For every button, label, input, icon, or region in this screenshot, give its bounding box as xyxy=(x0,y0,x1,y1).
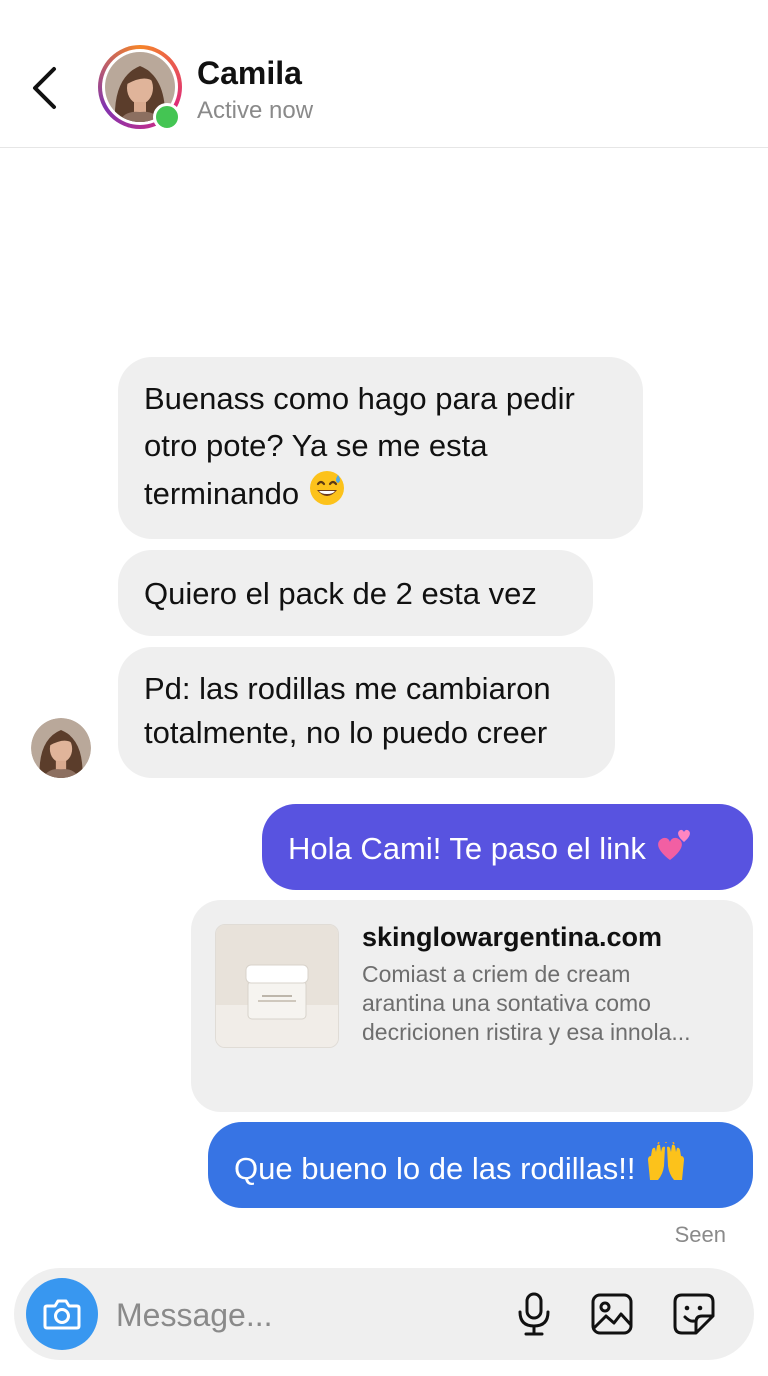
outgoing-message[interactable]: Que bueno lo de las rodillas!! xyxy=(208,1122,753,1208)
sweat-smile-emoji-icon xyxy=(309,471,344,505)
message-composer xyxy=(14,1268,754,1360)
camera-button[interactable] xyxy=(26,1278,98,1350)
message-text: Que bueno lo de las rodillas!! xyxy=(234,1151,636,1186)
online-indicator xyxy=(153,103,181,131)
seen-receipt: Seen xyxy=(674,1222,726,1247)
gallery-button[interactable] xyxy=(588,1290,636,1338)
back-button[interactable] xyxy=(22,62,66,114)
link-description-line: arantina una sontativa como xyxy=(362,990,651,1016)
link-description: Comiast a criem de cream arantina una so… xyxy=(362,960,734,1047)
camera-icon xyxy=(43,1299,81,1330)
link-description-line: Comiast a criem de cream xyxy=(362,961,631,987)
incoming-message[interactable]: Pd: las rodillas me cambiaron totalmente… xyxy=(118,647,615,778)
chevron-left-icon xyxy=(33,67,56,109)
microphone-button[interactable] xyxy=(510,1290,558,1338)
chat-header: Camila Active now xyxy=(0,0,768,148)
message-line: terminando xyxy=(144,476,300,511)
message-line: Buenass como hago para pedir xyxy=(144,381,575,416)
product-thumbnail xyxy=(215,924,339,1048)
message-input[interactable] xyxy=(114,1290,488,1340)
message-line: totalmente, no lo puedo creer xyxy=(144,715,548,750)
raising-hands-emoji-icon xyxy=(648,1142,685,1180)
outgoing-message[interactable]: Hola Cami! Te paso el link xyxy=(262,804,753,890)
incoming-message[interactable]: Quiero el pack de 2 esta vez xyxy=(118,550,593,636)
message-line: otro pote? Ya se me esta xyxy=(144,428,488,463)
sticker-icon xyxy=(673,1293,715,1335)
sticker-button[interactable] xyxy=(670,1290,718,1338)
link-domain: skinglowargentina.com xyxy=(362,922,663,952)
cream-jar-image xyxy=(216,925,338,1047)
contact-name[interactable]: Camila xyxy=(197,55,302,92)
message-line: Pd: las rodillas me cambiaron xyxy=(144,671,551,706)
sender-avatar[interactable] xyxy=(31,718,91,778)
two-hearts-emoji-icon xyxy=(658,829,691,860)
microphone-icon xyxy=(518,1292,550,1336)
incoming-message[interactable]: Buenass como hago para pedir otro pote? … xyxy=(118,357,643,539)
link-preview-card[interactable]: skinglowargentina.com Comiast a criem de… xyxy=(191,900,753,1112)
link-description-line: decricionen ristira y esa innola... xyxy=(362,1019,691,1045)
gallery-icon xyxy=(591,1293,633,1335)
avatar-photo xyxy=(31,718,91,778)
active-status: Active now xyxy=(197,97,314,124)
message-text: Hola Cami! Te paso el link xyxy=(288,831,646,866)
message-line: Quiero el pack de 2 esta vez xyxy=(144,576,537,611)
